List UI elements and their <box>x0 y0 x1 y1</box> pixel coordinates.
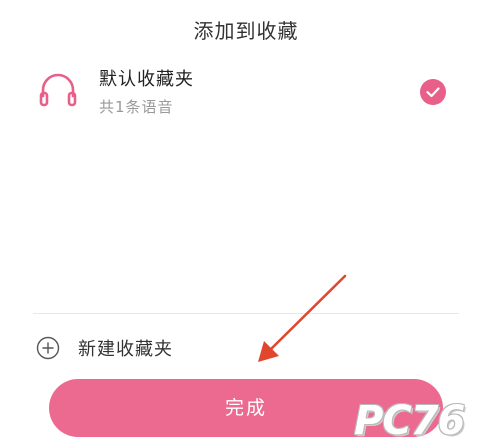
folder-count: 共1条语音 <box>99 98 174 116</box>
new-folder-button[interactable]: 新建收藏夹 <box>36 332 236 364</box>
selected-check-icon[interactable] <box>420 79 446 105</box>
annotation-arrow <box>258 274 347 362</box>
sheet-title: 添加到收藏 <box>193 19 299 43</box>
add-to-favorites-sheet: 添加到收藏 默认收藏夹 共1条语音 新建收藏夹 完成 PC76 <box>0 0 492 447</box>
folder-name: 默认收藏夹 <box>99 69 194 90</box>
headphones-icon <box>38 70 78 110</box>
plus-circle-icon <box>36 336 60 360</box>
watermark-logo: PC76 <box>350 398 492 447</box>
divider <box>33 313 459 314</box>
folder-item-default[interactable]: 默认收藏夹 共1条语音 <box>0 58 492 128</box>
watermark-text: PC76 <box>354 398 465 444</box>
new-folder-label: 新建收藏夹 <box>78 339 173 360</box>
